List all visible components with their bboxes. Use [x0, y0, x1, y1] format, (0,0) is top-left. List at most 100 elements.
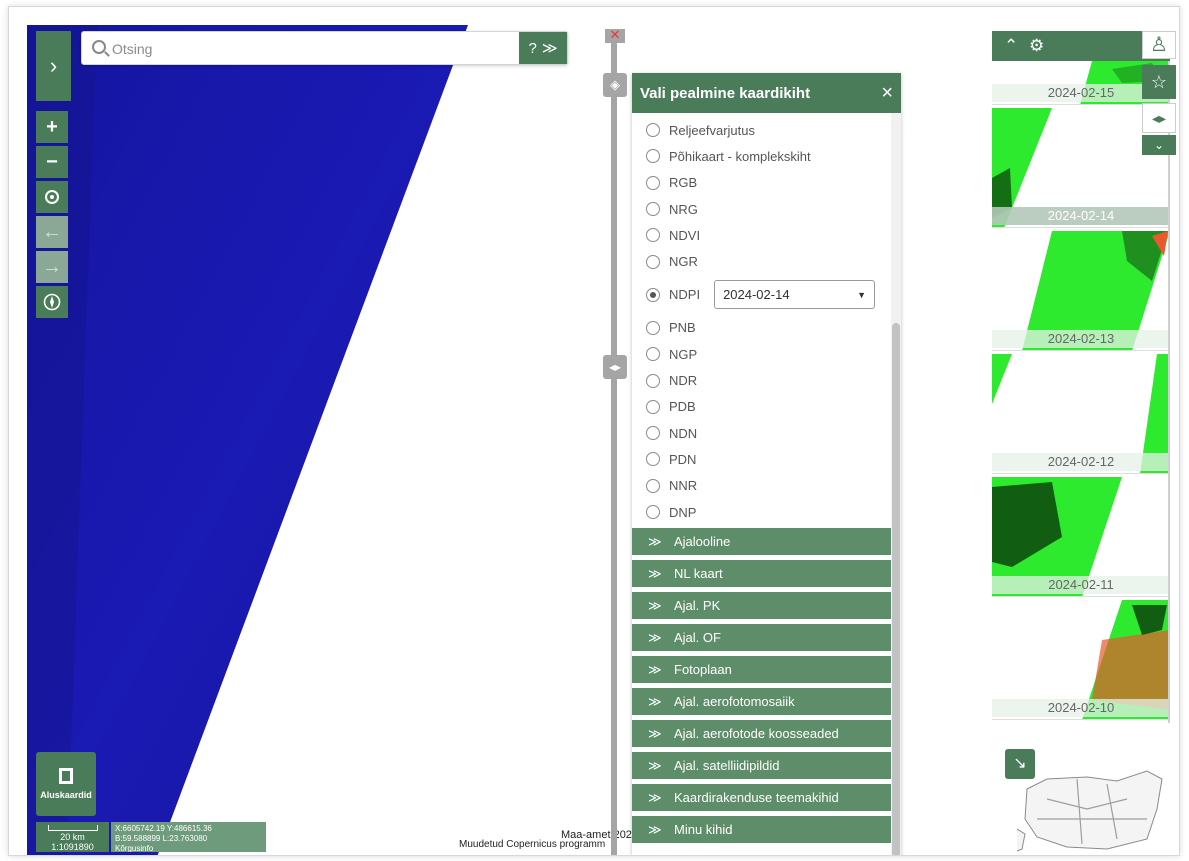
- radio-button[interactable]: [646, 202, 660, 217]
- radio-button[interactable]: [646, 149, 660, 164]
- layer-option[interactable]: Reljeefvarjutus: [646, 117, 901, 143]
- layer-group-label: Ajal. satelliidipildid: [674, 758, 780, 773]
- layer-group-label: Ajal. OF: [674, 630, 721, 645]
- layer-option[interactable]: DNP: [646, 499, 901, 525]
- layer-group-header[interactable]: ≫ Ajal. aerofotomosaiik: [632, 688, 891, 715]
- layer-option-selected[interactable]: NDPI 2024-02-14 ▼: [646, 275, 901, 315]
- radio-button[interactable]: [646, 347, 660, 362]
- previous-view-button[interactable]: ←: [36, 216, 68, 248]
- question-icon: ?: [528, 39, 537, 57]
- layer-option[interactable]: NRG: [646, 196, 901, 222]
- radio-button[interactable]: [646, 123, 660, 138]
- timeline-thumbnail[interactable]: 2024-02-10: [992, 600, 1170, 720]
- radio-button[interactable]: [646, 373, 660, 388]
- layer-option[interactable]: NNR: [646, 473, 901, 499]
- layers-icon[interactable]: ◈: [603, 73, 627, 97]
- thumbnail-date: 2024-02-10: [992, 699, 1170, 717]
- layer-group-header[interactable]: ≫ Ajal. PK: [632, 592, 891, 619]
- layer-label: RGB: [669, 175, 698, 191]
- basemaps-button[interactable]: Aluskaardid: [36, 752, 96, 816]
- date-select-value: 2024-02-14: [723, 287, 790, 303]
- radio-button[interactable]: [646, 254, 660, 269]
- layer-label: PDB: [669, 399, 696, 415]
- compass-button[interactable]: [36, 286, 68, 318]
- sidebar-toggle-button[interactable]: ›: [36, 31, 71, 101]
- zoom-out-button[interactable]: −: [36, 146, 68, 178]
- layer-option[interactable]: PDN: [646, 446, 901, 472]
- layer-list-scroll[interactable]: Reljeefvarjutus Põhikaart - komplekskiht…: [632, 113, 901, 855]
- layer-label: NDN: [669, 425, 698, 441]
- chevron-double-down-icon: ≫: [648, 533, 662, 549]
- layer-group-header[interactable]: ≫ Kaardirakenduse teemakihid: [632, 784, 891, 811]
- layer-group-label: Ajal. aerofotode koosseaded: [674, 726, 839, 741]
- scrollbar-thumb[interactable]: [892, 323, 900, 855]
- chevron-double-down-icon: ≫: [648, 725, 662, 741]
- chevron-double-down-icon: ≫: [648, 757, 662, 773]
- radio-button[interactable]: [646, 426, 660, 441]
- layer-option[interactable]: RGB: [646, 170, 901, 196]
- user-icon[interactable]: ♙: [1142, 31, 1176, 59]
- layer-label: NNR: [669, 478, 698, 494]
- layer-option[interactable]: NGP: [646, 341, 901, 367]
- layer-group-header[interactable]: ≫ Fotoplaan: [632, 656, 891, 683]
- radio-button[interactable]: [646, 505, 660, 519]
- timeline-thumbnail[interactable]: 2024-02-12: [992, 354, 1170, 474]
- star-icon[interactable]: ☆: [1142, 65, 1176, 99]
- elevation-info-link[interactable]: Kõrgusinfo: [115, 844, 262, 852]
- timeline-thumbnail[interactable]: 2024-02-11: [992, 477, 1170, 597]
- panel-scrollbar[interactable]: [891, 113, 901, 855]
- radio-button[interactable]: [646, 452, 660, 467]
- swipe-divider[interactable]: [611, 29, 617, 855]
- layer-group-header[interactable]: ≫ NL kaart: [632, 560, 891, 587]
- chevron-down-icon[interactable]: ⌄: [1142, 135, 1176, 155]
- radio-button[interactable]: [646, 175, 660, 190]
- map-toolbar: + − ← →: [36, 111, 68, 318]
- thumbnail-date-active: 2024-02-14: [992, 207, 1170, 225]
- layer-option[interactable]: Põhikaart - komplekskiht: [646, 143, 901, 169]
- radio-button[interactable]: [646, 478, 660, 493]
- radio-button[interactable]: [646, 287, 660, 302]
- layer-option[interactable]: NDN: [646, 420, 901, 446]
- layer-group-header[interactable]: ≫ Ajal. OF: [632, 624, 891, 651]
- layer-group-list: ≫ Ajalooline ≫ NL kaart ≫ Ajal. PK ≫ Ajal. O…: [632, 528, 891, 848]
- zoom-in-button[interactable]: +: [36, 111, 68, 143]
- layer-group-header[interactable]: ≫ Ajal. aerofotode koosseaded: [632, 720, 891, 747]
- map-canvas[interactable]: [27, 25, 607, 855]
- layer-option[interactable]: NGR: [646, 248, 901, 274]
- layer-group-header[interactable]: ≫ Ajal. satelliidipildid: [632, 752, 891, 779]
- search-icon: [92, 40, 106, 54]
- date-select[interactable]: 2024-02-14 ▼: [714, 280, 876, 310]
- radio-button[interactable]: [646, 228, 660, 243]
- chevron-double-down-icon: ≫: [648, 693, 662, 709]
- radio-button[interactable]: [646, 399, 660, 414]
- chevron-double-up-icon[interactable]: ⌃: [1004, 36, 1018, 55]
- chevron-double-down-icon: ≫: [648, 821, 662, 837]
- close-icon[interactable]: ×: [881, 82, 893, 105]
- close-icon[interactable]: ✕: [605, 28, 625, 43]
- locate-button[interactable]: [36, 181, 68, 213]
- help-button[interactable]: ? ≫: [519, 32, 567, 64]
- split-view-icon[interactable]: ◂▸: [1142, 103, 1176, 133]
- chevron-double-down-icon: ≫: [648, 597, 662, 613]
- timeline-thumbnails[interactable]: 2024-02-15 2024-02-14 2024-02-13 2024-02…: [992, 61, 1170, 731]
- timeline-scrollbar[interactable]: [1168, 61, 1170, 723]
- scale-bar: 20 km 1:1091890: [36, 822, 109, 852]
- layer-group-header[interactable]: ≫ Ajalooline: [632, 528, 891, 555]
- layer-group-header[interactable]: ≫ Minu kihid: [632, 816, 891, 843]
- layer-radio-list: Reljeefvarjutus Põhikaart - komplekskiht…: [632, 113, 901, 525]
- timeline-thumbnail[interactable]: 2024-02-13: [992, 231, 1170, 351]
- layer-label: PNB: [669, 320, 696, 336]
- gear-icon[interactable]: ⚙: [1029, 36, 1044, 55]
- layer-option[interactable]: PDB: [646, 394, 901, 420]
- radio-button[interactable]: [646, 320, 660, 335]
- layer-option[interactable]: PNB: [646, 315, 901, 341]
- split-icon[interactable]: ◂▸: [603, 355, 627, 379]
- overview-minimap[interactable]: [1017, 759, 1165, 855]
- layer-label: NDR: [669, 373, 698, 389]
- layer-option[interactable]: NDVI: [646, 222, 901, 248]
- search-input[interactable]: [112, 38, 512, 60]
- next-view-button[interactable]: →: [36, 251, 68, 283]
- chevron-double-down-icon: ≫: [541, 40, 558, 57]
- scale-line: [47, 825, 98, 831]
- layer-option[interactable]: NDR: [646, 367, 901, 393]
